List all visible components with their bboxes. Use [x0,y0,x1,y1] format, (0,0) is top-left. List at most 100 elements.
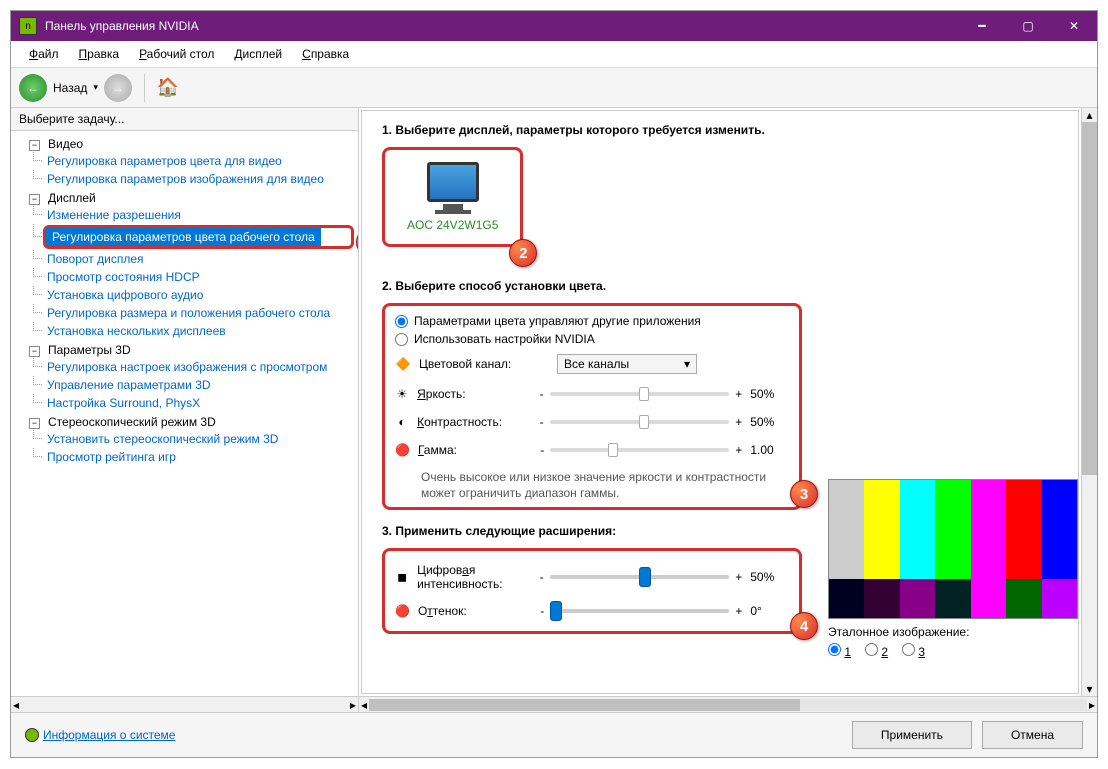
callout-badge-3: 3 [790,480,818,508]
section1-title: 1. Выберите дисплей, параметры которого … [382,123,1058,137]
reference-image-panel: Эталонное изображение: 1 2 3 [828,479,1078,659]
info-icon [25,728,39,742]
ref-radio-1[interactable]: 1 [828,643,851,659]
display-name: AOC 24V2W1G5 [407,218,498,232]
menu-help[interactable]: Справка [292,43,359,65]
arrow-left-icon: ← [27,81,39,95]
tree-item-multi-display[interactable]: Установка нескольких дисплеев [43,323,230,339]
hue-value: 0° [750,604,789,618]
tree-item-video-image[interactable]: Регулировка параметров изображения для в… [43,171,328,187]
menubar: Файл Правка Рабочий стол Дисплей Справка [11,41,1097,68]
main-panel: 1. Выберите дисплей, параметры которого … [359,108,1097,712]
window-title: Панель управления NVIDIA [45,19,959,33]
tree-item-audio[interactable]: Установка цифрового аудио [43,287,207,303]
reference-label: Эталонное изображение: [828,625,1078,639]
tree-group-stereo[interactable]: Стереоскопический режим 3D [44,414,220,430]
contrast-label: Контрастность: [417,415,532,429]
ref-radio-3[interactable]: 3 [902,643,925,659]
minus-icon: - [540,387,544,401]
tree-item-resolution[interactable]: Изменение разрешения [43,207,185,223]
home-button[interactable]: 🏠 [157,77,179,98]
radio-nvidia-label: Использовать настройки NVIDIA [414,332,595,346]
channel-label: Цветовой канал: [419,357,549,371]
hue-icon: 🔴 [395,603,410,619]
contrast-value: 50% [750,415,789,429]
hue-label: Оттенок: [418,604,532,618]
menu-display[interactable]: Дисплей [224,43,292,65]
gamma-slider[interactable] [550,448,729,452]
tree-item-video-color[interactable]: Регулировка параметров цвета для видео [43,153,286,169]
minus-icon: - [540,604,544,618]
close-button[interactable]: ✕ [1051,11,1097,41]
system-info-link[interactable]: Информация о системе [25,728,175,742]
menu-desktop[interactable]: Рабочий стол [129,43,224,65]
gamma-icon: 🔴 [395,442,410,458]
tree-item-stereo-setup[interactable]: Установить стереоскопический режим 3D [43,431,282,447]
forward-button[interactable]: → [104,74,132,102]
tree-item-3d-manage[interactable]: Управление параметрами 3D [43,377,215,393]
content-area: Выберите задачу... −Видео Регулировка па… [11,108,1097,712]
menu-file[interactable]: Файл [19,43,69,65]
menu-edit[interactable]: Правка [69,43,130,65]
plus-icon: + [735,415,742,429]
titlebar: n Панель управления NVIDIA ━ ▢ ✕ [11,11,1097,41]
toolbar: ← Назад ▾ → 🏠 [11,68,1097,108]
ref-radio-2[interactable]: 2 [865,643,888,659]
section2-title: 2. Выберите способ установки цвета. [382,279,1058,293]
expander-icon[interactable]: − [29,418,40,429]
plus-icon: + [735,604,742,618]
minimize-button[interactable]: ━ [959,11,1005,41]
back-dropdown-icon[interactable]: ▾ [93,82,98,93]
hue-slider[interactable] [550,609,729,613]
callout-badge-2: 2 [509,239,537,267]
brightness-slider[interactable] [550,392,730,396]
tree-item-size-position[interactable]: Регулировка размера и положения рабочего… [43,305,334,321]
arrow-right-icon: → [112,81,124,95]
gamma-label: Гамма: [418,443,532,457]
callout-badge-1: 1 [356,228,358,256]
app-window: n Панель управления NVIDIA ━ ▢ ✕ Файл Пр… [10,10,1098,758]
expander-icon[interactable]: − [29,194,40,205]
back-label[interactable]: Назад [53,81,87,95]
sidebar-header: Выберите задачу... [11,108,358,131]
sidebar-scrollbar[interactable]: ◂▸ [11,696,358,712]
tree-group-3d[interactable]: Параметры 3D [44,342,135,358]
back-button[interactable]: ← [19,74,47,102]
radio-nvidia[interactable] [395,333,408,346]
monitor-icon [427,162,479,202]
tree-group-video[interactable]: Видео [44,136,87,152]
display-thumbnail[interactable]: AOC 24V2W1G5 [395,156,510,238]
expander-icon[interactable]: − [29,140,40,151]
apply-button[interactable]: Применить [852,721,972,749]
tree-item-rotate[interactable]: Поворот дисплея [43,251,148,267]
brightness-label: Яркость: [417,387,532,401]
channel-dropdown[interactable]: Все каналы ▾ [557,354,697,374]
minus-icon: - [540,443,544,457]
main-hscrollbar[interactable]: ◂▸ [359,696,1097,712]
window-controls: ━ ▢ ✕ [959,11,1097,41]
tree-item-physx[interactable]: Настройка Surround, PhysX [43,395,204,411]
vibrance-slider[interactable] [550,575,730,579]
tree-item-desktop-color[interactable]: Регулировка параметров цвета рабочего ст… [46,228,321,246]
expander-icon[interactable]: − [29,346,40,357]
main-content: 1. Выберите дисплей, параметры которого … [361,110,1079,694]
tree-item-hdcp[interactable]: Просмотр состояния HDCP [43,269,204,285]
tree-item-3d-preview[interactable]: Регулировка настроек изображения с просм… [43,359,331,375]
radio-other-apps-label: Параметрами цвета управляют другие прило… [414,314,701,328]
task-tree: −Видео Регулировка параметров цвета для … [11,131,358,696]
footer: Информация о системе Применить Отмена [11,712,1097,757]
maximize-button[interactable]: ▢ [1005,11,1051,41]
tree-group-display[interactable]: Дисплей [44,190,100,206]
main-vscrollbar[interactable]: ▴ ▾ [1081,108,1097,696]
contrast-slider[interactable] [550,420,730,424]
gamma-value: 1.00 [750,443,789,457]
brightness-icon: ☀ [395,386,409,402]
callout-badge-4: 4 [790,612,818,640]
radio-other-apps[interactable] [395,315,408,328]
plus-icon: + [735,570,742,584]
tree-item-game-rating[interactable]: Просмотр рейтинга игр [43,449,180,465]
contrast-icon: ◐ [395,414,409,430]
cancel-button[interactable]: Отмена [982,721,1083,749]
vibrance-value: 50% [750,570,789,584]
chevron-down-icon: ▾ [684,357,690,371]
